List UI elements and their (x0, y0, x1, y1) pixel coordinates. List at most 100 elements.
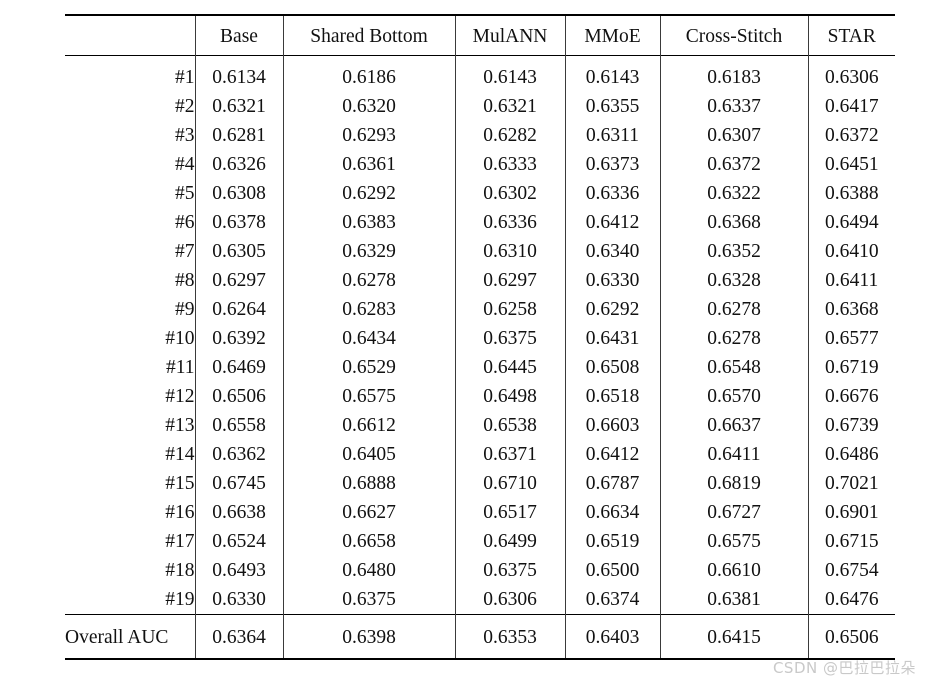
cell-value: 0.6434 (282, 324, 455, 353)
cell-value: 0.6575 (282, 382, 455, 411)
row-label: #1 (65, 55, 195, 92)
cell-value: 0.6381 (659, 585, 808, 615)
summary-value: 0.6353 (454, 614, 565, 660)
cell-value: 0.6637 (659, 411, 808, 440)
table-row: #16 0.6638 0.6627 0.6517 0.6634 0.6727 0.6901 (65, 498, 895, 527)
cell-value-highlight: 0.6715 (807, 527, 895, 556)
cell-value: 0.6305 (194, 237, 283, 266)
cell-value: 0.6340 (564, 237, 660, 266)
cell-value: 0.6258 (454, 295, 565, 324)
cell-value-highlight: 0.6417 (807, 92, 895, 121)
cell-value: 0.6362 (194, 440, 283, 469)
table-row: #10 0.6392 0.6434 0.6375 0.6431 0.6278 0.6577 (65, 324, 895, 353)
cell-value: 0.6183 (659, 55, 808, 92)
cell-value: 0.6445 (454, 353, 565, 382)
cell-value: 0.6411 (659, 440, 808, 469)
row-label: #4 (175, 154, 195, 175)
column-header-mulann[interactable]: MulANN (454, 14, 565, 56)
cell-value: 0.6627 (282, 498, 455, 527)
cell-value: 0.6378 (194, 208, 283, 237)
table-row: #7 0.6305 0.6329 0.6310 0.6340 0.6352 0.6410 (65, 237, 895, 266)
cell-value: 0.6469 (194, 353, 283, 382)
cell-value-highlight: 0.6494 (807, 208, 895, 237)
results-table-container: Base Shared Bottom MulANN MMoE Cross-Stitch S… (65, 14, 895, 660)
cell-value: 0.6134 (194, 55, 283, 92)
cell-value-highlight: 0.6368 (807, 295, 895, 324)
cell-value: 0.6372 (659, 150, 808, 179)
table-row: #9 0.6264 0.6283 0.6258 0.6292 0.6278 0.6368 (65, 295, 895, 324)
cell-value: 0.6264 (194, 295, 283, 324)
summary-value: 0.6403 (564, 614, 660, 660)
row-label: #3 (175, 125, 195, 146)
summary-value: 0.6364 (194, 614, 283, 660)
cell-value-highlight: 0.6901 (807, 498, 895, 527)
cell-value-highlight: 0.6306 (807, 55, 895, 92)
cell-value: 0.6322 (659, 179, 808, 208)
table-header-row: Base Shared Bottom MulANN MMoE Cross-Stitch S… (65, 14, 895, 56)
cell-value: 0.6321 (194, 92, 283, 121)
row-label: #9 (175, 299, 195, 320)
cell-value: 0.6143 (564, 55, 660, 92)
cell-value: 0.6634 (564, 498, 660, 527)
cell-value: 0.6548 (659, 353, 808, 382)
table-row: #12 0.6506 0.6575 0.6498 0.6518 0.6570 0.6676 (65, 382, 895, 411)
cell-value: 0.6412 (564, 440, 660, 469)
cell-value: 0.6499 (454, 527, 565, 556)
cell-value: 0.6292 (282, 179, 455, 208)
column-header-corner (65, 14, 195, 56)
cell-value-highlight: 0.6754 (807, 556, 895, 585)
column-header-base[interactable]: Base (194, 14, 283, 56)
cell-value: 0.6352 (659, 237, 808, 266)
cell-value: 0.6517 (454, 498, 565, 527)
cell-value-highlight: 0.6676 (807, 382, 895, 411)
cell-value: 0.6293 (282, 121, 455, 150)
row-label: #16 (165, 502, 195, 523)
column-header-star[interactable]: STAR (807, 14, 895, 56)
cell-value: 0.6745 (194, 469, 283, 498)
cell-value: 0.6283 (282, 295, 455, 324)
results-table: Base Shared Bottom MulANN MMoE Cross-Stitch S… (65, 14, 895, 660)
cell-value: 0.6375 (282, 585, 455, 615)
cell-value: 0.6412 (564, 208, 660, 237)
cell-value: 0.6524 (194, 527, 283, 556)
cell-value: 0.6307 (659, 121, 808, 150)
cell-value: 0.6610 (659, 556, 808, 585)
cell-value-highlight: 0.6577 (807, 324, 895, 353)
cell-value: 0.6328 (659, 266, 808, 295)
cell-value: 0.6337 (659, 92, 808, 121)
row-label: #8 (175, 270, 195, 291)
cell-value: 0.6480 (282, 556, 455, 585)
cell-value: 0.6336 (564, 179, 660, 208)
cell-value-highlight: 0.6719 (807, 353, 895, 382)
cell-value-highlight: 0.7021 (807, 469, 895, 498)
row-label: #5 (175, 183, 195, 204)
table-row: #11 0.6469 0.6529 0.6445 0.6508 0.6548 0.6719 (65, 353, 895, 382)
summary-value: 0.6398 (282, 614, 455, 660)
row-label: #14 (165, 444, 195, 465)
column-header-mmoe[interactable]: MMoE (564, 14, 660, 56)
cell-value: 0.6405 (282, 440, 455, 469)
cell-value: 0.6297 (194, 266, 283, 295)
cell-value: 0.6519 (564, 527, 660, 556)
row-label: #15 (165, 473, 195, 494)
cell-value: 0.6297 (454, 266, 565, 295)
row-label: #19 (165, 589, 195, 610)
summary-row-label: Overall AUC (65, 614, 195, 660)
cell-value: 0.6310 (454, 237, 565, 266)
cell-value: 0.6326 (194, 150, 283, 179)
cell-value-highlight: 0.6411 (807, 266, 895, 295)
column-header-shared-bottom[interactable]: Shared Bottom (282, 14, 455, 56)
cell-value: 0.6383 (282, 208, 455, 237)
cell-value: 0.6374 (564, 585, 660, 615)
column-header-cross-stitch[interactable]: Cross-Stitch (659, 14, 808, 56)
row-label: #10 (165, 328, 195, 349)
row-label: #7 (175, 241, 195, 262)
table-row: #1 0.6134 0.6186 0.6143 0.6143 0.6183 0.6306 (65, 55, 895, 92)
cell-value-highlight: 0.6410 (807, 237, 895, 266)
table-row: #8 0.6297 0.6278 0.6297 0.6330 0.6328 0.6411 (65, 266, 895, 295)
cell-value: 0.6375 (454, 556, 565, 585)
cell-value-highlight: 0.6486 (807, 440, 895, 469)
cell-value: 0.6506 (194, 382, 283, 411)
cell-value: 0.6311 (564, 121, 660, 150)
cell-value: 0.6281 (194, 121, 283, 150)
